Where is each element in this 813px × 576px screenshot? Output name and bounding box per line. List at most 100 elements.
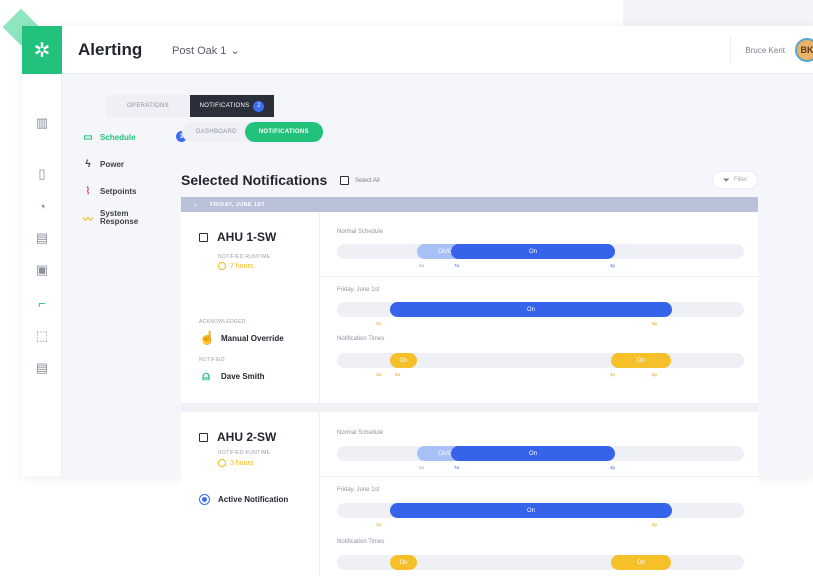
avatar[interactable]: BK bbox=[795, 38, 813, 62]
date-group-header[interactable]: ⌄ FRIDAY, JUNE 1ST bbox=[181, 197, 758, 212]
menu-item-label: Schedule bbox=[100, 132, 136, 142]
notification-times-track: On On bbox=[337, 353, 744, 368]
unit-header: AHU 1-SW bbox=[199, 230, 276, 244]
unit-checkbox[interactable] bbox=[199, 232, 208, 242]
tick-label: 3a bbox=[376, 372, 382, 377]
building-icon[interactable]: ▯ bbox=[32, 165, 52, 183]
notifications-count-badge: 2 bbox=[253, 100, 265, 112]
day-schedule-track: On bbox=[337, 503, 744, 518]
tab-notifications-view[interactable]: NOTIFICATIONS bbox=[244, 122, 323, 142]
clock-icon bbox=[218, 459, 226, 467]
active-radio[interactable] bbox=[199, 494, 210, 505]
unit-name: AHU 2-SW bbox=[217, 430, 277, 444]
normal-schedule-label: Normal Schedule bbox=[337, 229, 384, 235]
tick-label: 8p bbox=[652, 372, 658, 377]
tick-label: 8p bbox=[652, 321, 658, 326]
tab-notifications-label: NOTIFICATIONS bbox=[199, 103, 250, 109]
tick-label: 4p bbox=[610, 372, 616, 377]
normal-schedule-track: On/Off On bbox=[337, 446, 744, 461]
notified-person[interactable]: ⍝ Dave Smith bbox=[199, 368, 265, 384]
unit-checkbox[interactable] bbox=[199, 432, 208, 442]
notification-segment[interactable]: On bbox=[390, 353, 417, 368]
app-logo[interactable]: ✲ bbox=[22, 26, 62, 74]
menu-item-setpoints[interactable]: ⌇ Setpoints bbox=[82, 182, 187, 200]
tick-label: 3a bbox=[376, 321, 382, 326]
chevron-down-icon: ⌄ bbox=[193, 201, 199, 208]
filter-button[interactable]: ⏷ Filter bbox=[712, 171, 758, 189]
notification-segment[interactable]: On bbox=[611, 353, 671, 368]
site-dropdown[interactable]: Post Oak 1 ⌄ bbox=[172, 44, 240, 58]
thermometer-icon: ⌇ bbox=[85, 185, 91, 197]
menu-item-label: System Response bbox=[100, 209, 139, 226]
runtime-text: 7 hours bbox=[230, 262, 254, 270]
tick-label: 8p bbox=[652, 522, 658, 527]
notification-segment[interactable]: On bbox=[611, 555, 671, 570]
notification-times-label: Notification Times bbox=[337, 539, 385, 545]
icon-sidebar: ▥ ▯ ◔ ▤ ▣ ⌐ ⬚ ▤ bbox=[22, 74, 62, 476]
notification-times-track: On On bbox=[337, 555, 744, 570]
decorative-corner-panel bbox=[623, 0, 813, 26]
tab-dashboard[interactable]: DASHBOARD bbox=[182, 122, 253, 142]
tick-label: 7a bbox=[454, 465, 460, 470]
on-segment[interactable]: On bbox=[390, 302, 672, 317]
divider bbox=[321, 476, 758, 477]
card-summary: AHU 2-SW NOTIFIED RUNTIME 3 hours Active… bbox=[181, 412, 320, 576]
acknowledged-label: ACKNOWLEDGED bbox=[199, 319, 246, 325]
tick-label: 5a bbox=[419, 465, 425, 470]
menu-item-system-response[interactable]: 〰 System Response bbox=[82, 209, 187, 227]
card-summary: AHU 1-SW NOTIFIED RUNTIME 7 hours ACKNOW… bbox=[181, 212, 320, 403]
pie-chart-icon[interactable]: ◔ bbox=[32, 197, 52, 215]
trend-chart-icon[interactable]: ⬚ bbox=[32, 327, 52, 345]
notification-segment[interactable]: On bbox=[390, 555, 417, 570]
tab-operations[interactable]: OPERATIONS bbox=[106, 95, 190, 117]
day-schedule-label: Friday, June 1st bbox=[337, 287, 380, 293]
select-all-checkbox[interactable] bbox=[340, 176, 349, 185]
on-segment[interactable]: On bbox=[451, 446, 615, 461]
top-tab-bar: OPERATIONS NOTIFICATIONS 2 bbox=[106, 95, 274, 117]
user-menu[interactable]: Bruce Kent BK bbox=[730, 36, 813, 64]
tick-label: 5a bbox=[419, 263, 425, 268]
on-segment[interactable]: On bbox=[390, 503, 672, 518]
report-icon[interactable]: ▤ bbox=[32, 359, 52, 377]
page-title: Alerting bbox=[78, 40, 143, 59]
view-toggle: DASHBOARD NOTIFICATIONS bbox=[182, 122, 323, 142]
runtime-value: 7 hours bbox=[218, 262, 253, 270]
day-schedule-label: Friday, June 1st bbox=[337, 487, 380, 493]
tab-notifications[interactable]: NOTIFICATIONS 2 bbox=[190, 95, 274, 117]
day-schedule-track: On bbox=[337, 302, 744, 317]
active-notification-status[interactable]: Active Notification bbox=[199, 494, 288, 505]
runtime-value: 3 hours bbox=[218, 459, 253, 467]
runtime-label: NOTIFIED RUNTIME bbox=[218, 254, 271, 260]
notification-times-label: Notification Times bbox=[337, 336, 385, 342]
lightning-icon: ϟ bbox=[85, 158, 91, 170]
menu-item-power[interactable]: ϟ Power bbox=[82, 155, 187, 173]
select-all-control[interactable]: Select All bbox=[340, 176, 380, 185]
edit-card-icon[interactable]: ▤ bbox=[32, 229, 52, 247]
alert-frame-icon[interactable]: ⌐ bbox=[32, 294, 52, 312]
active-notification-label: Active Notification bbox=[218, 495, 289, 504]
section-title: Selected Notifications bbox=[181, 172, 328, 188]
card-timelines: Normal Schedule On/Off On 5a 7a 4p Frida… bbox=[321, 412, 758, 576]
clock-icon bbox=[218, 262, 226, 270]
pulse-icon: 〰 bbox=[83, 214, 93, 226]
tick-label: 7a bbox=[454, 263, 460, 268]
calendar-icon: ▭ bbox=[83, 131, 93, 143]
tick-label: 4p bbox=[610, 263, 616, 268]
select-all-label: Select All bbox=[355, 177, 380, 184]
card-separator bbox=[181, 403, 758, 412]
on-segment[interactable]: On bbox=[451, 244, 615, 259]
unit-name: AHU 1-SW bbox=[217, 230, 277, 244]
acknowledged-status: ☝ Manual Override bbox=[199, 330, 284, 346]
top-header: ✲ Alerting Post Oak 1 ⌄ Bruce Kent BK bbox=[22, 26, 813, 74]
normal-schedule-label: Normal Schedule bbox=[337, 430, 384, 436]
notified-label: NOTIFIED bbox=[199, 357, 225, 363]
notification-card: AHU 2-SW NOTIFIED RUNTIME 3 hours Active… bbox=[181, 412, 758, 576]
card-timelines: Normal Schedule On/Off On 5a 7a 4p Frida… bbox=[321, 212, 758, 403]
menu-item-schedule[interactable]: ▭ Schedule 3 bbox=[82, 128, 187, 146]
tick-label: 4p bbox=[610, 465, 616, 470]
funnel-icon: ⏷ bbox=[722, 174, 730, 185]
notified-value: Dave Smith bbox=[221, 371, 265, 381]
sunburst-logo-icon: ✲ bbox=[33, 39, 51, 62]
bar-chart-icon[interactable]: ▥ bbox=[32, 114, 52, 132]
clipboard-icon[interactable]: ▣ bbox=[32, 261, 52, 279]
